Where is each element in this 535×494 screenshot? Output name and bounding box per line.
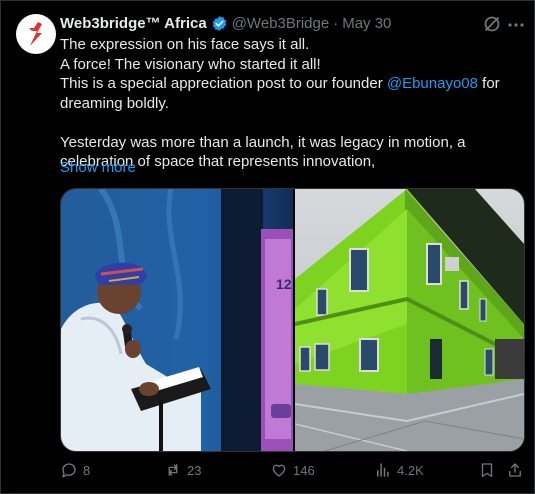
views-button[interactable]: 4.2K [374,460,424,480]
tweet-line-2: A force! The visionary who started it al… [60,55,321,73]
share-button[interactable] [506,460,524,480]
share-icon [509,463,521,477]
tweet-line-1: The expression on his face says it all. [60,36,310,53]
repost-button[interactable]: 23 [164,460,201,480]
tweet-actions: 8 23 146 4.2K [60,460,526,480]
building-photo[interactable] [295,189,524,451]
reply-count: 8 [83,462,91,478]
web3bridge-logo-icon [29,22,42,46]
show-more-link[interactable]: Show more [60,159,136,176]
line3-pre: This is a special appreciation post to o… [60,75,387,92]
repost-icon [168,464,178,476]
tweet-date[interactable]: May 30 [342,15,391,32]
like-icon [272,464,286,477]
more-icon[interactable] [506,15,526,35]
founder-mention-link[interactable]: @Ebunayo08 [387,75,478,92]
tweet-header: Web3bridge™ Africa @Web3Bridge · May 30 [60,13,474,33]
like-count: 146 [293,462,315,478]
views-count: 4.2K [397,462,424,478]
tweet-text: The expression on his face says it all. … [60,35,526,172]
bookmark-icon [481,463,493,478]
reply-button[interactable]: 8 [60,460,90,480]
author-name[interactable]: Web3bridge™ Africa [60,15,207,32]
bookmark-button[interactable] [478,460,496,480]
repost-count: 23 [187,462,202,478]
reply-icon [62,463,76,478]
media-grid: 12 [60,188,525,452]
verified-badge-icon [211,15,228,32]
tweet-line-3: This is a special appreciation post to o… [60,74,526,113]
author-handle[interactable]: @Web3Bridge [232,15,330,32]
tweet-card[interactable]: Web3bridge™ Africa @Web3Bridge · May 30 … [0,0,535,494]
views-icon [377,463,389,477]
avatar[interactable] [16,14,56,54]
founder-photo[interactable]: 12 [61,189,293,451]
grok-icon[interactable] [482,14,502,34]
header-separator: · [333,14,339,32]
like-button[interactable]: 146 [270,460,315,480]
banner-number-label: 12 [276,276,292,292]
